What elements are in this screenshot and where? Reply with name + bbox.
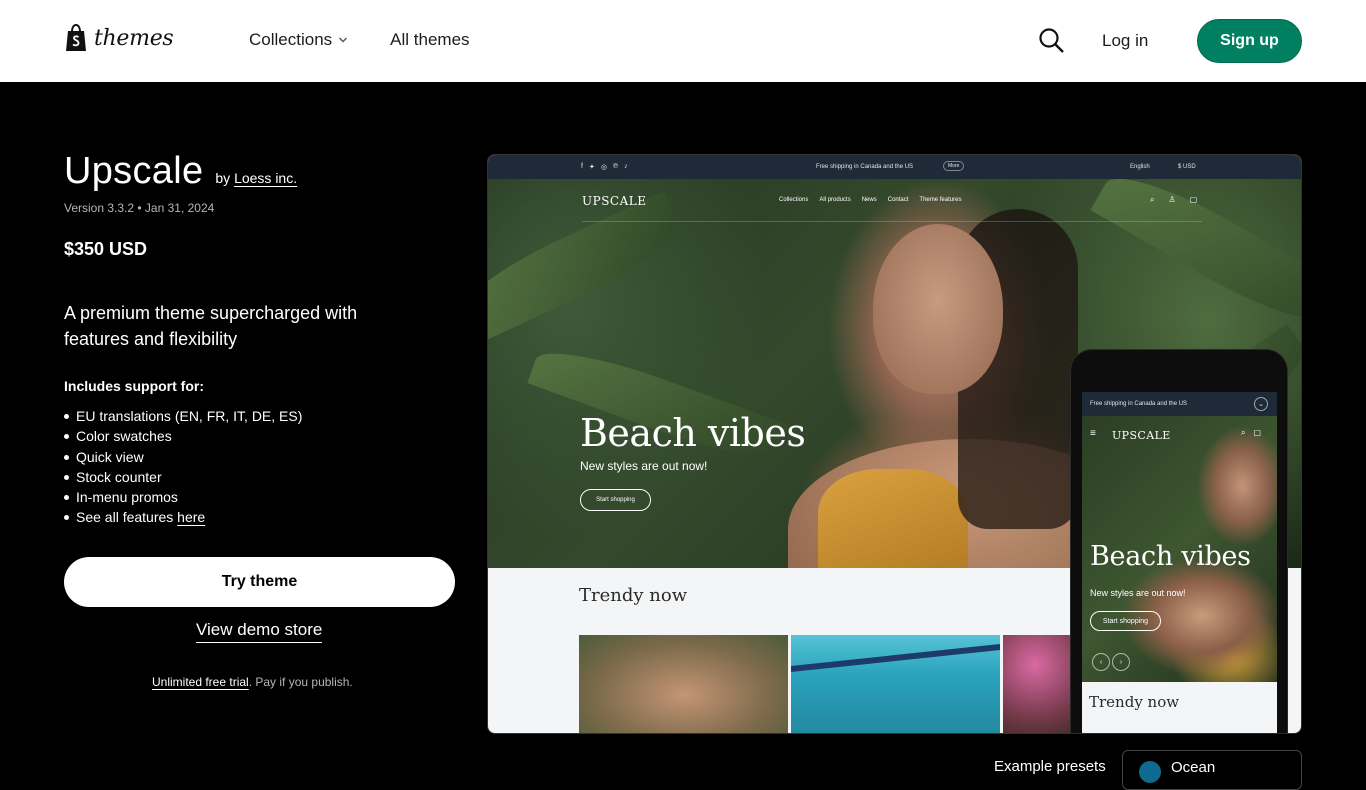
cart-icon: ▢ [1189, 195, 1198, 204]
mobile-slider-arrows: ‹ › [1092, 653, 1130, 671]
signup-button[interactable]: Sign up [1197, 19, 1302, 63]
mobile-shipping-text: Free shipping in Canada and the US [1090, 401, 1188, 407]
feature-item: EU translations (EN, FR, IT, DE, ES) [64, 406, 456, 426]
search-icon: ⌕ [1150, 195, 1155, 204]
mobile-screen: Free shipping in Canada and the US ⌄ ≡ U… [1082, 392, 1277, 733]
mobile-nav-icons: ⌕ ▢ [1241, 428, 1261, 438]
trial-note: Unlimited free trial. Pay if you publish… [152, 675, 353, 689]
nav-collections-label: Collections [249, 30, 333, 49]
theme-description: A premium theme supercharged with featur… [64, 303, 358, 349]
preview-hero-button: Start shopping [580, 489, 651, 511]
twitter-icon: ✦ [588, 164, 595, 171]
menu-icon: ≡ [1090, 428, 1096, 439]
try-theme-button[interactable]: Try theme [64, 557, 455, 607]
free-trial-link[interactable]: Unlimited free trial [152, 675, 249, 689]
support-heading: Includes support for: [64, 378, 204, 394]
mobile-brand: UPSCALE [1112, 429, 1171, 442]
theme-version: Version 3.3.2 • Jan 31, 2024 [64, 201, 215, 215]
theme-name: Upscale [64, 150, 204, 192]
preview-brand: UPSCALE [582, 194, 647, 208]
feature-item: Color swatches [64, 426, 456, 446]
chevron-down-icon: ⌄ [1254, 397, 1268, 411]
chevron-down-icon [339, 37, 348, 43]
preview-section-title: Trendy now [579, 585, 688, 606]
nav-collections[interactable]: Collections [249, 30, 348, 50]
preview-language: English [1130, 164, 1150, 170]
feature-item: In-menu promos [64, 487, 456, 507]
preview-hero-subtitle: New styles are out now! [580, 459, 708, 473]
logo-text: themes [94, 25, 174, 51]
facebook-icon: f [581, 163, 583, 170]
product-thumbnail [791, 635, 1000, 733]
login-link[interactable]: Log in [1102, 31, 1148, 51]
mobile-announcement-bar: Free shipping in Canada and the US ⌄ [1082, 392, 1277, 416]
preview-nav-item: Contact [887, 197, 909, 203]
preview-store-nav: UPSCALE Collections All products News Co… [488, 179, 1301, 223]
preview-nav-links: Collections All products News Contact Th… [779, 197, 961, 203]
preview-nav-item: Collections [779, 197, 809, 203]
mobile-hero-title: Beach vibes [1090, 541, 1251, 572]
nav-all-themes-label: All themes [390, 30, 470, 49]
search-icon[interactable] [1038, 27, 1065, 54]
preview-nav-item: Theme features [919, 197, 962, 203]
view-demo-store-link[interactable]: View demo store [196, 620, 323, 643]
cart-icon: ▢ [1253, 428, 1262, 437]
features-here-link[interactable]: here [177, 509, 205, 525]
site-header: themes Collections All themes Log in Sig… [0, 0, 1366, 82]
author-link[interactable]: Loess inc. [234, 170, 297, 186]
theme-info: Upscale by Loess inc. Version 3.3.2 • Ja… [64, 150, 456, 528]
account-icon: ♙ [1168, 195, 1176, 204]
mobile-hero-button: Start shopping [1090, 611, 1161, 631]
trial-suffix: . Pay if you publish. [248, 675, 353, 689]
mobile-hero-image: ≡ UPSCALE ⌕ ▢ Beach vibes New styles are… [1082, 416, 1277, 682]
mobile-section-title: Trendy now [1089, 693, 1180, 711]
preview-more-button: More [943, 161, 965, 171]
mobile-hero-subtitle: New styles are out now! [1090, 588, 1186, 598]
model-face [873, 224, 1003, 394]
preview-social-icons: f ✦ ◎ ℗ ♪ [581, 163, 628, 171]
model-swimsuit [818, 469, 968, 568]
by-prefix: by [215, 170, 231, 186]
chevron-left-icon: ‹ [1092, 653, 1110, 671]
preview-nav-icons: ⌕ ♙ ▢ [1150, 195, 1197, 205]
preview-currency: $ USD [1178, 164, 1196, 170]
tiktok-icon: ♪ [624, 163, 628, 170]
shopify-bag-icon [66, 24, 86, 51]
product-thumbnail [579, 635, 788, 733]
theme-author: by Loess inc. [215, 170, 297, 186]
theme-title-row: Upscale by Loess inc. [64, 150, 456, 193]
feature-item-more: See all features here [64, 507, 456, 527]
instagram-icon: ◎ [600, 164, 607, 171]
preview-announcement-bar: f ✦ ◎ ℗ ♪ Free shipping in Canada and th… [488, 155, 1301, 179]
chevron-right-icon: › [1112, 653, 1130, 671]
preview-shipping-text: Free shipping in Canada and the US [816, 164, 914, 170]
example-presets-label: Example presets [994, 758, 1106, 775]
features-more-prefix: See all features [76, 509, 178, 526]
preview-nav-item: News [861, 197, 877, 203]
preview-hero-title: Beach vibes [580, 411, 806, 455]
feature-item: Stock counter [64, 467, 456, 487]
pinterest-icon: ℗ [612, 163, 619, 170]
preview-nav-divider [582, 221, 1202, 222]
main-nav: Collections All themes [249, 30, 470, 50]
mobile-preview: Free shipping in Canada and the US ⌄ ≡ U… [1070, 349, 1288, 734]
pool-stripe [791, 644, 1000, 672]
shopify-themes-logo[interactable]: themes [64, 24, 174, 52]
feature-item: Quick view [64, 447, 456, 467]
feature-list: EU translations (EN, FR, IT, DE, ES) Col… [64, 406, 456, 528]
search-icon: ⌕ [1241, 428, 1246, 437]
nav-all-themes[interactable]: All themes [390, 30, 469, 50]
preview-nav-item: All products [819, 197, 851, 203]
preset-color-swatch [1139, 761, 1161, 783]
preset-selector[interactable]: Ocean [1122, 750, 1302, 790]
theme-price: $350 USD [64, 239, 148, 259]
